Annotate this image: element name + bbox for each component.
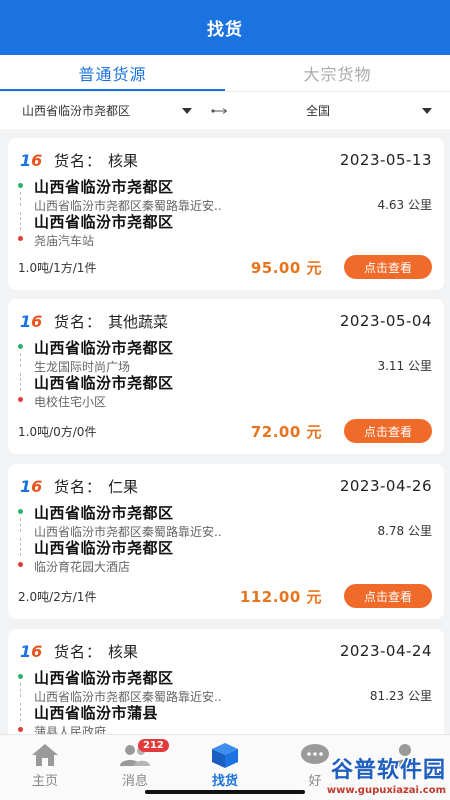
origin-select[interactable]: 山西省临汾市尧都区 — [0, 102, 200, 119]
brand-logo-icon: 16 — [20, 476, 43, 496]
origin-city: 山西省临汾市尧都区 — [34, 504, 174, 522]
destination-dot-icon — [18, 236, 23, 241]
origin-dot-icon — [18, 674, 23, 679]
tabbar-label: 消息 — [121, 774, 148, 789]
route-arrow-icon — [200, 107, 240, 115]
goods-label: 货名： — [54, 642, 103, 661]
tab-bulk-cargo[interactable]: 大宗货物 — [225, 55, 450, 91]
goods-label: 货名： — [54, 312, 103, 331]
view-details-button[interactable]: 点击查看 — [344, 419, 432, 443]
cargo-spec: 1.0吨/1方/1件 — [18, 260, 97, 275]
top-bar: 找货 — [0, 0, 450, 55]
cargo-card[interactable]: 16 货名： 仁果 2023-04-26 山西省临汾市尧都区 山西省临汾市尧都区秦… — [8, 464, 444, 619]
view-details-button[interactable]: 点击查看 — [344, 584, 432, 608]
cargo-price: 112.00 元 — [239, 587, 322, 606]
page-title: 找货 — [207, 20, 243, 40]
cargo-date: 2023-05-04 — [339, 312, 432, 330]
cargo-card[interactable]: 16 货名： 核果 2023-04-24 山西省临汾市尧都区 山西省临汾市尧都区秦… — [8, 629, 444, 734]
view-details-button[interactable]: 点击查看 — [344, 255, 432, 279]
chevron-down-icon — [182, 107, 192, 114]
cargo-spec: 2.0吨/2方/1件 — [18, 589, 97, 604]
destination-dot-icon — [18, 397, 23, 402]
origin-dot-icon — [18, 344, 23, 349]
distance: 8.78 公里 — [377, 524, 432, 538]
watermark-text: 谷普软件园 — [330, 758, 446, 783]
destination-city: 山西省临汾市尧都区 — [34, 374, 174, 392]
origin-dot-icon — [18, 183, 23, 188]
origin-dot-icon — [18, 509, 23, 514]
cargo-card[interactable]: 16 货名： 核果 2023-05-13 山西省临汾市尧都区 山西省临汾市尧都区秦… — [8, 138, 444, 290]
route-info: 山西省临汾市尧都区 山西省临汾市尧都区秦蜀路靠近安.. 山西省临汾市尧都区 尧庙… — [18, 178, 432, 248]
brand-logo-icon: 16 — [20, 311, 43, 331]
cargo-price: 95.00 元 — [250, 258, 322, 277]
distance: 3.11 公里 — [377, 359, 432, 373]
home-icon — [28, 741, 62, 769]
destination-select[interactable]: 全国 — [240, 102, 450, 119]
cargo-price: 72.00 元 — [250, 422, 322, 441]
unread-badge: 212 — [138, 739, 169, 752]
people-icon: 212 — [118, 739, 169, 769]
destination-address: 尧庙汽车站 — [34, 234, 95, 248]
cargo-spec: 1.0吨/0方/0件 — [18, 424, 97, 439]
tabbar-item-home[interactable]: 主页 — [0, 735, 90, 800]
cargo-date: 2023-05-13 — [339, 151, 432, 169]
distance: 4.63 公里 — [377, 198, 432, 212]
cargo-tabs: 普通货源 大宗货物 — [0, 55, 450, 91]
destination-address: 蒲县人民政府 — [34, 725, 107, 734]
origin-city: 山西省临汾市尧都区 — [34, 178, 174, 196]
destination-value: 全国 — [306, 104, 331, 118]
destination-dot-icon — [18, 727, 23, 732]
watermark: 谷普软件园 www.gupuxiazai.com — [296, 752, 446, 796]
destination-dot-icon — [18, 562, 23, 567]
route-info: 山西省临汾市尧都区 山西省临汾市尧都区秦蜀路靠近安.. 山西省临汾市尧都区 临汾… — [18, 504, 432, 574]
goods-name: 核果 — [108, 642, 139, 661]
origin-value: 山西省临汾市尧都区 — [22, 104, 131, 118]
goods-label: 货名： — [54, 151, 103, 170]
destination-city: 山西省临汾市蒲县 — [34, 704, 159, 722]
origin-city: 山西省临汾市尧都区 — [34, 339, 174, 357]
origin-city: 山西省临汾市尧都区 — [34, 669, 174, 687]
tabbar-label: 找货 — [211, 774, 238, 789]
cargo-date: 2023-04-26 — [339, 477, 432, 495]
watermark-url: www.gupuxiazai.com — [326, 785, 446, 796]
distance: 81.23 公里 — [369, 689, 432, 703]
destination-city: 山西省临汾市尧都区 — [34, 213, 174, 231]
tabbar-label: 主页 — [31, 774, 58, 789]
goods-label: 货名： — [54, 477, 103, 496]
cargo-list: 16 货名： 核果 2023-05-13 山西省临汾市尧都区 山西省临汾市尧都区秦… — [0, 132, 450, 734]
route-filter: 山西省临汾市尧都区 全国 — [0, 91, 450, 129]
cargo-card[interactable]: 16 货名： 其他蔬菜 2023-05-04 山西省临汾市尧都区 生龙国际时尚广场… — [8, 299, 444, 454]
route-info: 山西省临汾市尧都区 山西省临汾市尧都区秦蜀路靠近安.. 山西省临汾市蒲县 蒲县人… — [18, 669, 432, 734]
brand-logo-icon: 16 — [20, 150, 43, 170]
brand-logo-icon: 16 — [20, 641, 43, 661]
home-indicator — [145, 790, 305, 794]
chevron-down-icon — [422, 107, 432, 114]
goods-name: 其他蔬菜 — [108, 312, 169, 331]
cargo-date: 2023-04-24 — [339, 642, 432, 660]
destination-city: 山西省临汾市尧都区 — [34, 539, 174, 557]
destination-address: 电校住宅小区 — [34, 395, 107, 409]
destination-address: 临汾育花园大酒店 — [34, 560, 131, 574]
goods-name: 核果 — [108, 151, 139, 170]
route-info: 山西省临汾市尧都区 生龙国际时尚广场 山西省临汾市尧都区 电校住宅小区 3.11… — [18, 339, 432, 409]
tab-regular-cargo[interactable]: 普通货源 — [0, 55, 225, 91]
goods-name: 仁果 — [108, 477, 139, 496]
cube-icon — [208, 741, 242, 769]
